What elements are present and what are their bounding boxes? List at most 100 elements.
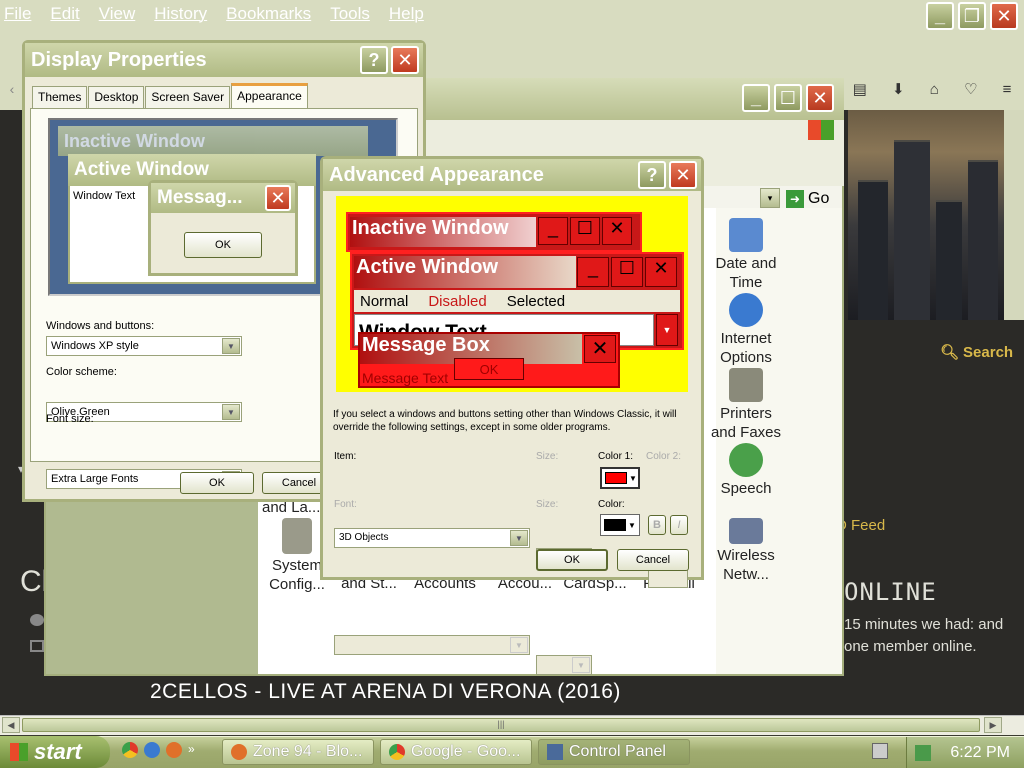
menu-view[interactable]: View (99, 4, 136, 24)
menu-history[interactable]: History (154, 4, 207, 24)
close-button[interactable]: ✕ (391, 46, 419, 74)
globe-icon (729, 293, 763, 327)
dp-preview-inactive: Inactive Window (58, 126, 368, 156)
cp-item-label: Date and Time (715, 255, 777, 291)
menu-file[interactable]: File (4, 4, 31, 24)
menu-selected[interactable]: Selected (507, 293, 565, 310)
adv-inactive-title[interactable]: Inactive Window (350, 217, 536, 247)
firefox-icon[interactable] (166, 742, 182, 758)
help-button[interactable]: ? (638, 161, 666, 189)
clock[interactable]: 6:22 PM (950, 744, 1010, 762)
firefox-icon (231, 744, 247, 760)
ie-icon[interactable] (144, 742, 160, 758)
tab-screen-saver[interactable]: Screen Saver (145, 86, 231, 108)
download-icon[interactable]: ⬇ (892, 80, 905, 98)
adv-menu-row[interactable]: Normal Disabled Selected (354, 290, 680, 312)
size-label: Size: (536, 451, 559, 462)
expand-chevron-icon[interactable]: » (188, 742, 195, 758)
italic-button[interactable]: I (670, 515, 688, 535)
pocket-icon[interactable]: ♡ (964, 80, 977, 98)
online-heading: ONLINE (844, 578, 937, 606)
back-arrow-icon[interactable]: ‹ (0, 74, 24, 104)
hamburger-menu-icon[interactable]: ≡ (1003, 81, 1012, 98)
system-tray: 6:22 PM (906, 737, 1024, 768)
tab-themes[interactable]: Themes (32, 86, 88, 108)
color1-label: Color 1: (598, 451, 634, 462)
menu-normal[interactable]: Normal (360, 293, 408, 310)
browser-menubar: File Edit View History Bookmarks Tools H… (0, 0, 1024, 28)
tab-desktop[interactable]: Desktop (88, 86, 145, 108)
speech-icon (729, 443, 763, 477)
adv-message-ok[interactable]: OK (454, 358, 524, 380)
task-zone94[interactable]: Zone 94 - Blo... (222, 739, 374, 765)
cp-item-label: Wireless Netw... (717, 547, 775, 583)
chevron-down-icon: ▼ (629, 473, 637, 483)
scroll-left-icon[interactable]: ◀ (2, 717, 20, 733)
scroll-right-icon[interactable]: ▶ (984, 717, 1002, 733)
font-color-picker[interactable]: ▼ (600, 514, 640, 536)
color2-label: Color 2: (646, 451, 682, 462)
windows-buttons-select[interactable]: Windows XP style ▼ (46, 336, 242, 356)
advanced-cancel-button[interactable]: Cancel (617, 549, 689, 571)
keyboard-icon[interactable] (872, 743, 888, 759)
tab-appearance[interactable]: Appearance (231, 83, 308, 108)
menu-disabled[interactable]: Disabled (428, 293, 486, 310)
close-icon: ✕ (265, 185, 291, 211)
cp-item-speech[interactable]: Speech (710, 443, 782, 498)
menu-edit[interactable]: Edit (50, 4, 79, 24)
cp-close-button[interactable]: ✕ (806, 84, 834, 112)
windows-buttons-label: Windows and buttons: (46, 320, 155, 332)
task-google[interactable]: Google - Goo... (380, 739, 532, 765)
minimize-icon: _ (538, 217, 568, 245)
calendar-clock-icon (729, 218, 763, 252)
adv-active-controls: _ ☐ ✕ (577, 257, 677, 287)
advanced-ok-button[interactable]: OK (536, 549, 608, 571)
item-select[interactable]: 3D Objects ▼ (334, 528, 530, 548)
library-icon[interactable]: ▤ (853, 80, 867, 98)
dp-ok-button[interactable]: OK (180, 472, 254, 494)
system-config-icon (282, 518, 312, 554)
page-scroll-edge (1004, 110, 1024, 320)
menu-bookmarks[interactable]: Bookmarks (226, 4, 311, 24)
address-dropdown-button[interactable]: ▾ (760, 188, 780, 208)
advanced-title: Advanced Appearance (329, 163, 544, 186)
color1-swatch (605, 472, 627, 484)
post-title[interactable]: 2CELLOS - LIVE AT ARENA DI VERONA (2016) (150, 680, 621, 704)
help-button[interactable]: ? (360, 46, 388, 74)
menu-help[interactable]: Help (389, 4, 424, 24)
menu-tools[interactable]: Tools (330, 4, 370, 24)
color2-picker[interactable] (648, 568, 688, 588)
scrollbar-thumb[interactable]: ||| (22, 718, 980, 732)
cp-item-date-time[interactable]: Date and Time (710, 218, 782, 292)
adv-message-text[interactable]: Message Text (362, 370, 448, 386)
adv-active-title[interactable]: Active Window (354, 256, 576, 288)
maximize-button[interactable]: ❐ (958, 2, 986, 30)
font-size2-label: Size: (536, 499, 559, 510)
task-control-panel[interactable]: Control Panel (538, 739, 690, 765)
cp-minimize-button[interactable]: _ (742, 84, 770, 112)
site-search[interactable]: 🔍︎ Search (940, 337, 1024, 367)
minimize-button[interactable]: _ (926, 2, 954, 30)
start-label: start (34, 739, 82, 764)
adv-inactive-controls: _ ☐ ✕ (538, 217, 632, 245)
chevron-down-icon: ▼ (510, 637, 528, 653)
chrome-icon[interactable] (122, 742, 138, 758)
font-select[interactable]: ▼ (334, 635, 530, 655)
go-button[interactable]: ➜ Go (786, 188, 829, 210)
windows-logo-icon (808, 120, 834, 140)
font-size2-select[interactable]: ▼ (536, 655, 592, 675)
start-button[interactable]: start (0, 736, 110, 768)
search-label: Search (963, 343, 1014, 361)
scrollbar-down-icon: ▼ (656, 314, 678, 346)
cp-item-printers[interactable]: Printers and Faxes (706, 368, 786, 442)
cp-item-internet-options[interactable]: Internet Options (710, 293, 782, 367)
color1-picker[interactable]: ▼ (600, 467, 640, 489)
bold-button[interactable]: B (648, 515, 666, 535)
cp-maximize-button[interactable]: ☐ (774, 84, 802, 112)
close-button[interactable]: ✕ (990, 2, 1018, 30)
cp-item-wireless[interactable]: Wireless Netw... (710, 518, 782, 584)
close-button[interactable]: ✕ (669, 161, 697, 189)
cp-item-label: Internet Options (720, 330, 772, 366)
network-icon[interactable] (915, 744, 931, 761)
home-icon[interactable]: ⌂ (930, 81, 939, 98)
